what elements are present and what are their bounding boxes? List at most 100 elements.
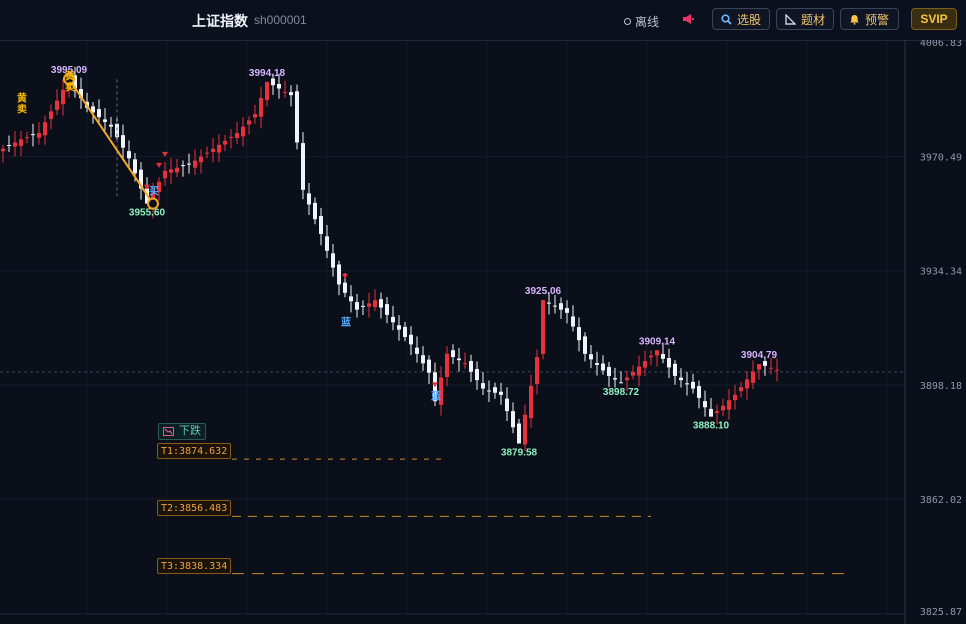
candle-body [385,304,389,315]
candle-body [187,163,191,165]
megaphone-icon[interactable] [681,12,695,26]
candle-body [301,143,305,190]
candle-body [613,378,617,380]
stock-code: sh000001 [254,13,307,27]
candle-body [127,151,131,159]
candle-body [121,135,125,148]
candle-body [685,383,689,385]
candle-body [211,148,215,152]
candle-body [697,386,701,398]
candle-body [523,414,527,445]
candle-body [367,303,371,307]
candle-body [637,366,641,376]
candle-body [349,296,353,302]
signal-label: 买 [149,186,159,198]
candle-body [445,353,449,377]
candle-body [331,253,335,268]
candle-body [235,132,239,139]
signal-label: 卖 [17,102,27,115]
candle-body [247,120,251,125]
candle-body [481,383,485,389]
candle-body [19,139,23,146]
low-price-label: 3888.10 [693,421,730,432]
target-2-label: T2:3856.483 [157,500,232,516]
alert-button[interactable]: 预警 [840,8,899,30]
candle-body [55,100,59,110]
candle-body [253,114,257,118]
y-axis-tick-label: 3934.34 [920,267,962,278]
candle-body [553,305,557,307]
candle-body [505,398,509,412]
candlestick-chart[interactable]: 4006.83 3970.49 3934.34 3898.18 3862.02 3825.… [0,40,966,624]
candle-body [313,202,317,220]
candle-body [223,140,227,145]
candle-body [751,371,755,383]
candle-body [109,124,113,127]
candle-body [673,363,677,376]
candle-body [703,401,707,408]
page-title: 上证指数 [192,13,248,29]
candle-body [319,216,323,234]
candle-body [307,193,311,205]
candle-body [37,132,41,138]
candle-body [757,363,761,370]
low-price-label: 3955.60 [129,208,166,219]
candle-body [463,363,467,365]
high-price-label: 3909.14 [639,336,676,347]
signal-label: 蓝 [431,390,441,403]
candle-body [193,160,197,168]
candle-body [667,358,671,368]
candle-body [229,136,233,138]
candle-body [337,264,341,285]
candle-body [583,336,587,354]
alert-label: 预警 [865,13,890,27]
candle-body [649,355,653,358]
candle-body [541,300,545,354]
candle-body [577,327,581,341]
candle-body [133,159,137,174]
candle-body [49,111,53,119]
header-bar: 上证指数 sh000001 离线 选股 题材 预警 SVIP [0,0,966,41]
candle-body [241,126,245,137]
prediction-label: 下跌 [179,425,201,437]
candle-body [739,387,743,392]
candle-body [97,109,101,118]
connection-status-label: 离线 [635,15,660,29]
candle-body [535,357,539,385]
high-price-label: 3994.18 [249,68,286,79]
candle-body [643,361,647,368]
candle-body [457,358,461,361]
candle-body [391,316,395,323]
candle-body [655,350,659,356]
candle-body [619,382,623,384]
candle-body [727,400,731,410]
svip-button[interactable]: SVIP [911,8,957,30]
candle-body [163,170,167,179]
candle-body [283,91,287,93]
candle-body [7,144,11,146]
candle-body [31,134,35,136]
status-dot-icon [624,18,631,25]
stock-picker-label: 选股 [737,13,762,27]
theme-button[interactable]: 题材 [776,8,834,30]
candle-body [415,347,419,354]
y-axis-tick-label: 3970.49 [920,153,962,164]
candle-body [493,387,497,393]
candle-body [769,367,773,369]
candle-body [289,92,293,96]
trend-line [68,78,154,205]
ruler-icon [785,14,796,25]
candle-body [343,282,347,293]
y-axis-tick-label: 4006.83 [920,40,962,49]
candle-body [181,165,185,167]
candle-body [421,355,425,364]
candle-body [217,144,221,153]
candle-body [733,394,737,401]
candle-body [595,363,599,365]
stock-picker-button[interactable]: 选股 [712,8,770,30]
candle-body [601,363,605,371]
target-1-label: T1:3874.632 [157,443,232,459]
candle-body [175,167,179,173]
bell-icon [850,15,859,25]
candle-body [589,354,593,360]
